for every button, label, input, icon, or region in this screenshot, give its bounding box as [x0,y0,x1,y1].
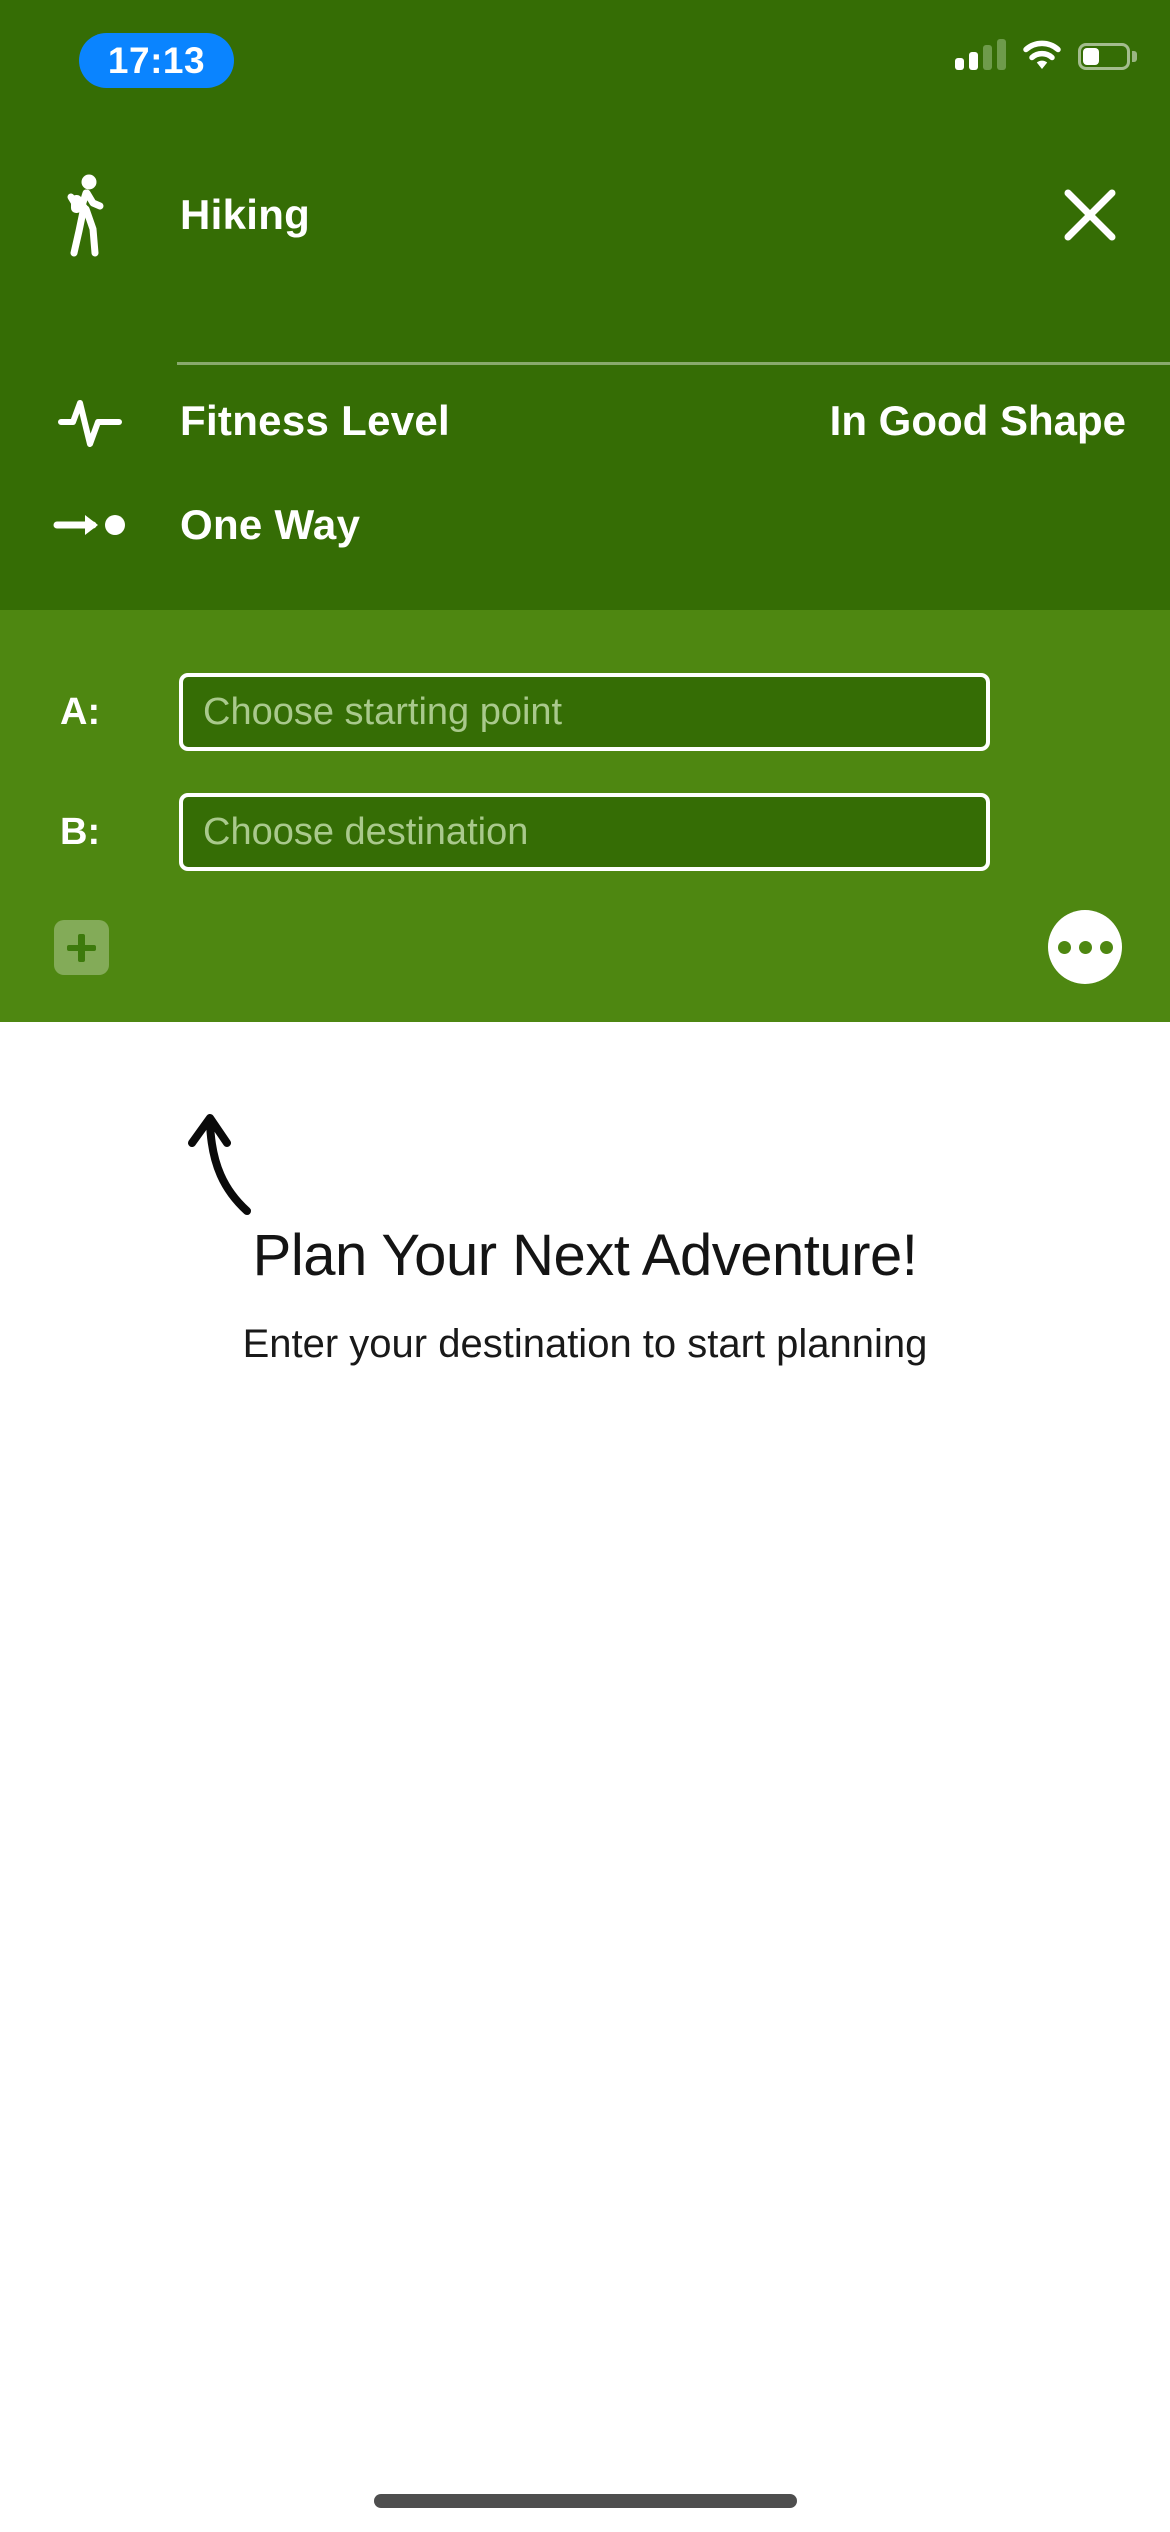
battery-icon [1078,43,1130,70]
fitness-level-label: Fitness Level [180,397,450,445]
arrow-to-point-icon [0,505,180,545]
empty-state-area: Plan Your Next Adventure! Enter your des… [0,1022,1170,2532]
start-point-placeholder: Choose starting point [203,691,562,734]
header-divider [177,362,1170,365]
activity-settings-panel: Hiking Fitness Level In Good Shape [0,88,1170,610]
ellipsis-icon[interactable] [1048,910,1122,984]
destination-placeholder: Choose destination [203,811,528,854]
destination-label: B: [60,811,100,854]
activity-header-row[interactable]: Hiking [0,160,1170,270]
start-point-input[interactable]: Choose starting point [179,673,990,751]
start-point-label: A: [60,691,100,734]
home-indicator[interactable] [374,2494,797,2508]
pulse-activity-icon [0,390,180,452]
one-way-row[interactable]: One Way [0,470,1170,580]
route-input-panel: A: Choose starting point B: Choose desti… [0,610,1170,1022]
plus-icon[interactable] [54,920,109,975]
cellular-signal-icon [955,38,1006,70]
fitness-level-value[interactable]: In Good Shape [830,397,1126,445]
hiking-person-icon [0,173,180,257]
wifi-icon [1023,40,1061,70]
destination-input[interactable]: Choose destination [179,793,990,871]
phone-screen: 17:13 [0,0,1170,2532]
destination-row: B: Choose destination [0,792,1170,872]
close-icon[interactable] [1058,183,1122,247]
status-bar-time: 17:13 [79,33,234,88]
fitness-level-row[interactable]: Fitness Level In Good Shape [0,366,1170,476]
activity-title: Hiking [180,191,310,239]
one-way-label: One Way [180,501,360,549]
curved-up-arrow-icon [185,1107,295,1217]
status-bar-icons [955,34,1130,70]
status-bar: 17:13 [0,0,1170,88]
empty-state-headline: Plan Your Next Adventure! [0,1222,1170,1289]
start-point-row: A: Choose starting point [0,672,1170,752]
empty-state-subline: Enter your destination to start planning [0,1322,1170,1367]
